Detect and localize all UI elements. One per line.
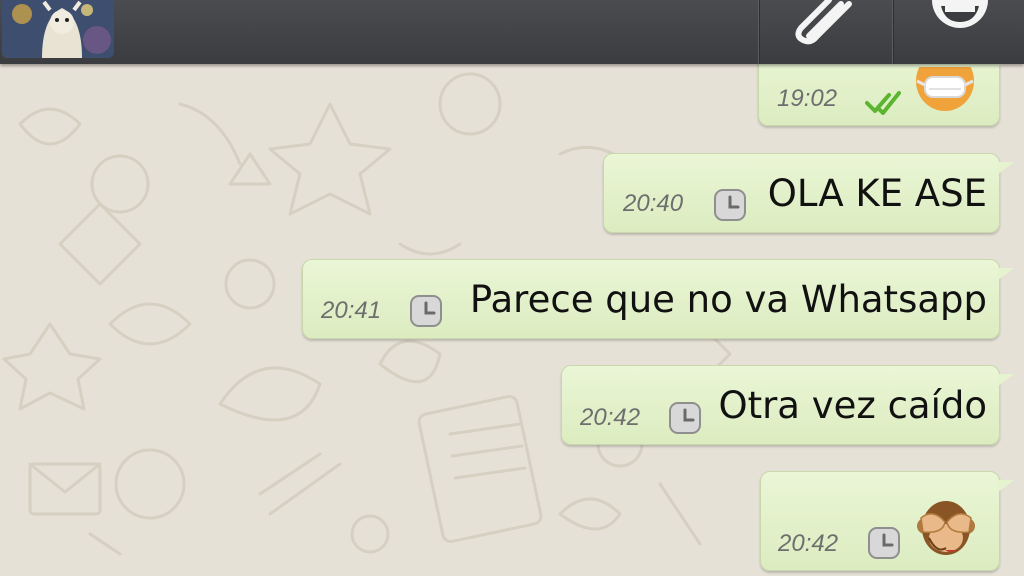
double-check-icon xyxy=(865,91,901,115)
see-no-evil-monkey-emoji xyxy=(917,501,975,555)
emoji-button[interactable] xyxy=(892,0,1024,64)
clock-icon xyxy=(669,402,701,434)
message-time: 20:41 xyxy=(321,297,382,324)
message-text: Otra vez caído xyxy=(718,384,987,427)
smiley-icon xyxy=(932,0,988,28)
avatar-image xyxy=(2,0,114,58)
message-text: OLA KE ASE xyxy=(767,172,987,215)
message-bubble[interactable]: 20:41 Parece que no va Whatsapp xyxy=(302,259,1014,339)
clock-icon xyxy=(868,527,900,559)
message-bubble[interactable]: 20:40 OLA KE ASE xyxy=(603,153,1014,233)
contact-avatar[interactable] xyxy=(2,0,114,58)
clock-icon xyxy=(410,295,442,327)
clock-icon xyxy=(714,189,746,221)
chat-header xyxy=(0,0,1024,64)
message-bubble[interactable]: 20:42 xyxy=(760,471,1014,571)
message-time: 20:42 xyxy=(580,404,641,431)
mask-face-emoji xyxy=(916,67,974,111)
message-text: Parece que no va Whatsapp xyxy=(469,278,987,321)
attach-button[interactable] xyxy=(758,0,893,64)
chat-screen: 19:02 20:40 OLA KE ASE 20:41 Parece que … xyxy=(0,0,1024,576)
message-bubble[interactable]: 20:42 Otra vez caído xyxy=(561,365,1014,445)
paperclip-icon xyxy=(795,0,852,45)
message-time: 19:02 xyxy=(777,85,838,112)
message-time: 20:40 xyxy=(623,190,684,217)
message-time: 20:42 xyxy=(778,530,839,557)
